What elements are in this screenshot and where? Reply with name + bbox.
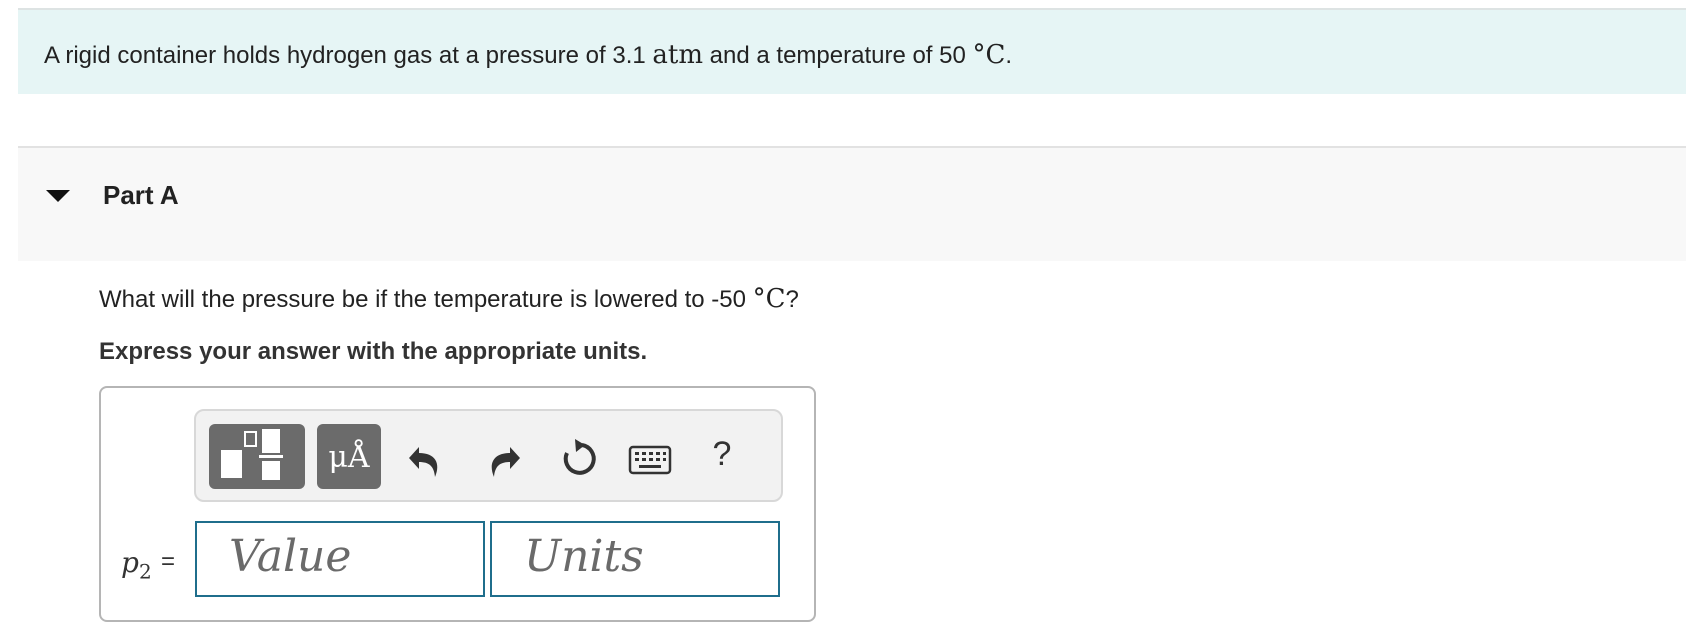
keyboard-button[interactable]: [626, 431, 676, 483]
undo-button[interactable]: [403, 431, 451, 483]
unit-atm: atm: [652, 40, 703, 70]
math-toolbar: μÅ ?: [194, 409, 783, 502]
answer-box: μÅ ? p2 = Value Units: [99, 386, 816, 622]
answer-variable-label: p2: [121, 546, 152, 584]
reset-button[interactable]: [553, 431, 601, 483]
value-input[interactable]: Value: [195, 521, 485, 597]
part-title: Part A: [103, 180, 179, 210]
problem-intro: A rigid container holds hydrogen gas at …: [18, 8, 1686, 94]
units-icon: μÅ: [328, 440, 370, 475]
units-input[interactable]: Units: [490, 521, 780, 597]
answer-instruction: Express your answer with the appropriate…: [99, 338, 648, 365]
undo-icon: [409, 447, 438, 477]
reset-icon: [563, 439, 596, 475]
question-text: What will the pressure be if the tempera…: [99, 284, 799, 314]
help-button[interactable]: ?: [702, 431, 742, 483]
templates-button[interactable]: [209, 424, 305, 489]
value-placeholder: Value: [229, 531, 352, 582]
equals-sign: =: [161, 548, 176, 575]
keyboard-icon: [628, 445, 672, 475]
help-icon: ?: [712, 435, 732, 473]
unit-celsius: °C: [972, 40, 1006, 70]
units-button[interactable]: μÅ: [317, 424, 381, 489]
templates-icon: [221, 429, 283, 480]
collapse-caret-icon[interactable]: [46, 190, 70, 202]
problem-statement: A rigid container holds hydrogen gas at …: [44, 40, 1013, 70]
units-placeholder: Units: [524, 531, 644, 582]
redo-icon: [491, 447, 520, 477]
part-a-header[interactable]: Part A: [18, 146, 1686, 261]
question-unit: °C: [752, 284, 786, 314]
redo-button[interactable]: [478, 431, 526, 483]
